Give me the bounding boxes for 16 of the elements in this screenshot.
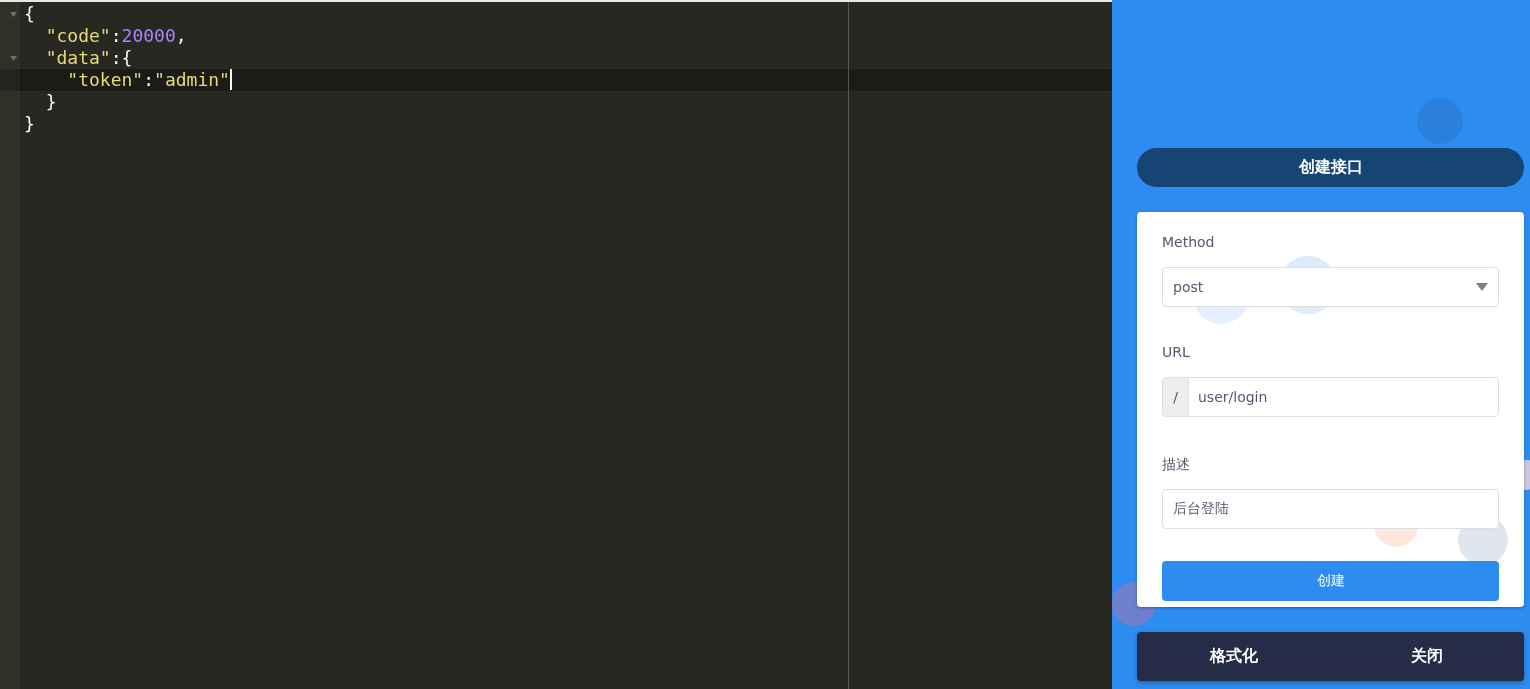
- field-label: URL: [1162, 344, 1191, 362]
- description-input[interactable]: 后台登陆: [1162, 489, 1499, 529]
- url-input[interactable]: / user/login: [1162, 377, 1499, 417]
- field-label: 描述: [1162, 456, 1191, 474]
- fold-arrow-icon[interactable]: [10, 55, 17, 61]
- code-editor[interactable]: { "code":20000, "data":{ "token":"admin" } }: [0, 0, 1112, 689]
- action-button[interactable]: 关闭: [1330, 632, 1524, 681]
- gutter-cell[interactable]: [0, 47, 20, 69]
- dropdown-caret-icon: [1476, 283, 1488, 291]
- panel-title: 创建接口: [1137, 148, 1524, 187]
- url-prefix: /: [1163, 378, 1189, 416]
- gutter-cell[interactable]: [0, 3, 20, 25]
- action-button[interactable]: 格式化: [1137, 632, 1331, 681]
- method-select[interactable]: post: [1162, 267, 1499, 307]
- fold-arrow-icon[interactable]: [10, 11, 17, 17]
- field-label: Method: [1162, 234, 1216, 252]
